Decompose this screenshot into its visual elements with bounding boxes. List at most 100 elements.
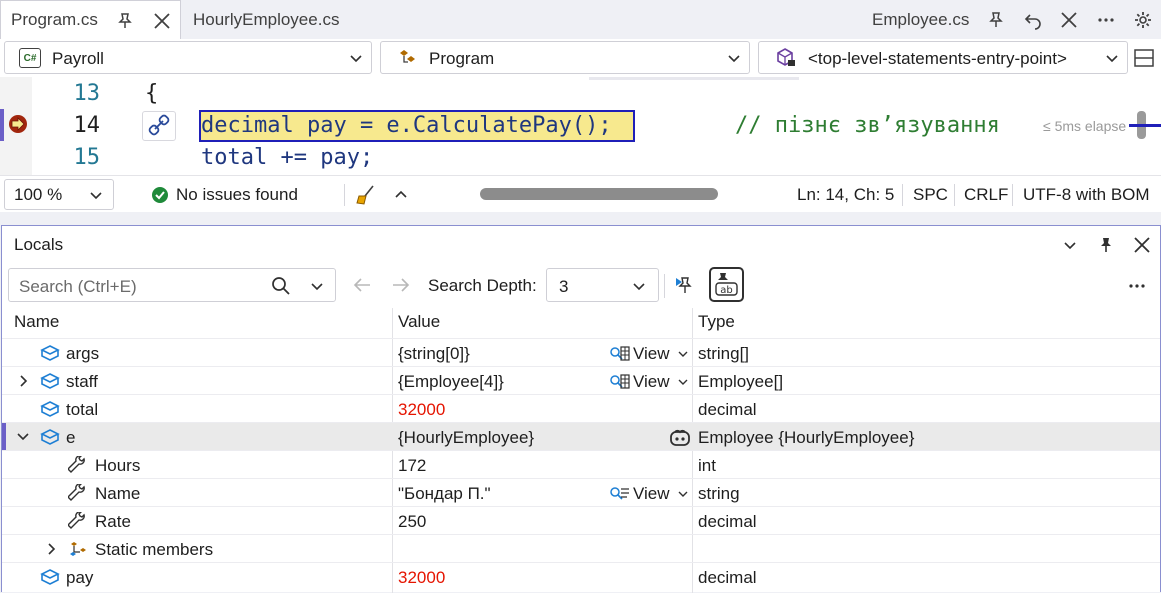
copilot-icon[interactable]: [669, 427, 690, 446]
search-depth-value: 3: [559, 277, 569, 296]
row-name: e: [66, 428, 76, 447]
window-title: Locals: [14, 235, 64, 254]
table-row[interactable]: Name "Бондар П." View string: [2, 478, 1160, 506]
row-name: Static members: [95, 540, 214, 559]
tab-hourlyemployee-cs[interactable]: HourlyEmployee.cs: [193, 0, 339, 39]
pin-to-source-icon[interactable]: [674, 274, 698, 296]
row-value[interactable]: "Бондар П.": [398, 484, 491, 504]
encoding-indicator[interactable]: UTF-8 with BOM: [1023, 176, 1150, 213]
perf-tip[interactable]: ≤ 5ms elapse: [1043, 118, 1126, 134]
close-icon[interactable]: [152, 11, 172, 31]
row-value-changed[interactable]: 32000: [398, 400, 445, 420]
row-value[interactable]: {Employee[4]}: [398, 372, 504, 392]
selection-marker: [2, 423, 6, 451]
tab-employee-cs[interactable]: Employee.cs: [872, 0, 969, 39]
view-visualizer-button[interactable]: View: [609, 344, 692, 364]
issues-indicator[interactable]: No issues found: [151, 176, 298, 213]
table-row[interactable]: Static members: [2, 534, 1160, 562]
variable-icon: [40, 428, 60, 446]
search-icon[interactable]: [271, 276, 291, 296]
table-row[interactable]: Rate 250 decimal: [2, 506, 1160, 534]
table-row-selected[interactable]: e {HourlyEmployee} Employee {HourlyEmplo…: [2, 422, 1160, 451]
line-number: 15: [73, 145, 101, 170]
expand-chevron-right-icon[interactable]: [45, 542, 59, 556]
current-statement-arrow-icon: [7, 113, 29, 135]
encoding-label: UTF-8 with BOM: [1023, 184, 1150, 204]
column-header-name[interactable]: Name: [14, 312, 59, 332]
type-dropdown[interactable]: Program: [380, 41, 750, 74]
close-icon[interactable]: [1132, 235, 1152, 255]
row-value-changed[interactable]: 32000: [398, 568, 445, 588]
more-options-icon[interactable]: [1127, 276, 1147, 296]
table-row[interactable]: args {string[0]} View string[]: [2, 338, 1160, 366]
row-type: decimal: [698, 568, 757, 587]
type-label: Program: [429, 49, 495, 68]
tab-program-cs[interactable]: Program.cs: [0, 0, 181, 39]
more-options-icon[interactable]: [1096, 10, 1116, 30]
view-visualizer-button[interactable]: View: [609, 484, 692, 504]
cursor-position[interactable]: Ln: 14, Ch: 5: [797, 176, 894, 213]
row-value[interactable]: {HourlyEmployee}: [398, 428, 534, 448]
expand-chevron-right-icon[interactable]: [17, 374, 31, 388]
pin-icon[interactable]: [115, 11, 135, 31]
gear-icon[interactable]: [1133, 10, 1153, 30]
chevron-down-icon[interactable]: [1063, 238, 1077, 252]
undo-icon[interactable]: [1023, 10, 1043, 30]
back-arrow-icon[interactable]: [352, 276, 372, 294]
pin-icon[interactable]: [1096, 235, 1116, 255]
code-cleanup-broom-icon[interactable]: [355, 184, 377, 206]
issues-label: No issues found: [176, 184, 298, 204]
horizontal-scrollbar-thumb[interactable]: [480, 188, 718, 200]
project-dropdown[interactable]: C# Payroll: [4, 41, 372, 74]
tab-label: Employee.cs: [872, 9, 970, 29]
property-wrench-icon: [68, 484, 88, 502]
table-row[interactable]: pay 32000 decimal: [2, 562, 1160, 590]
chevron-down-icon[interactable]: [310, 279, 324, 293]
table-row[interactable]: total 32000 decimal: [2, 394, 1160, 422]
column-header-value[interactable]: Value: [398, 312, 440, 332]
view-label: View: [633, 372, 670, 391]
divider: [1012, 184, 1013, 206]
execution-line-marker: [0, 109, 4, 141]
divider: [954, 184, 955, 206]
chevron-down-icon: [349, 51, 363, 65]
view-visualizer-button[interactable]: View: [609, 372, 692, 392]
code-editor[interactable]: 13 14 15 { decimal pay = e.CalculatePay(…: [0, 77, 1161, 175]
column-header-type[interactable]: Type: [698, 312, 735, 332]
row-value[interactable]: {string[0]}: [398, 344, 470, 364]
forward-arrow-icon[interactable]: [391, 276, 411, 294]
member-dropdown[interactable]: <top-level-statements-entry-point>: [758, 41, 1128, 74]
tab-label: HourlyEmployee.cs: [193, 9, 340, 29]
zoom-dropdown[interactable]: 100 %: [4, 179, 114, 210]
row-name: Rate: [95, 512, 131, 531]
collapse-chevron-down-icon[interactable]: [16, 430, 30, 444]
table-row[interactable]: Hours 172 int: [2, 450, 1160, 478]
close-icon[interactable]: [1059, 10, 1079, 30]
chevron-down-icon: [1105, 51, 1119, 65]
row-value[interactable]: 172: [398, 456, 426, 476]
project-label: Payroll: [52, 49, 104, 68]
split-editor-icon[interactable]: [1133, 47, 1155, 69]
code-line: total += pay;: [201, 145, 374, 170]
search-depth-dropdown[interactable]: 3: [546, 268, 659, 302]
line-ending-label: CRLF: [964, 184, 1009, 204]
table-row[interactable]: staff {Employee[4]} View Employee[]: [2, 366, 1160, 394]
chevron-down-icon: [727, 51, 741, 65]
show-raw-value-toggle-icon[interactable]: ab: [709, 267, 744, 302]
svg-text:ab: ab: [720, 285, 732, 296]
row-name: total: [66, 400, 99, 419]
tooltip-fragment: [589, 77, 799, 80]
search-depth-label: Search Depth:: [428, 276, 537, 295]
row-value[interactable]: 250: [398, 512, 426, 532]
link-icon[interactable]: [142, 111, 176, 141]
search-placeholder: Search (Ctrl+E): [19, 277, 137, 296]
chevron-up-icon[interactable]: [394, 187, 408, 201]
csharp-project-icon: C#: [19, 48, 41, 68]
indentation-indicator[interactable]: SPC: [913, 176, 948, 213]
line-number-current: 14: [73, 113, 101, 138]
search-input[interactable]: Search (Ctrl+E): [8, 268, 336, 302]
member-label: <top-level-statements-entry-point>: [808, 49, 1067, 68]
scroll-position-marker: [1129, 124, 1161, 127]
pin-icon[interactable]: [986, 10, 1006, 30]
line-ending-indicator[interactable]: CRLF: [964, 176, 1008, 213]
